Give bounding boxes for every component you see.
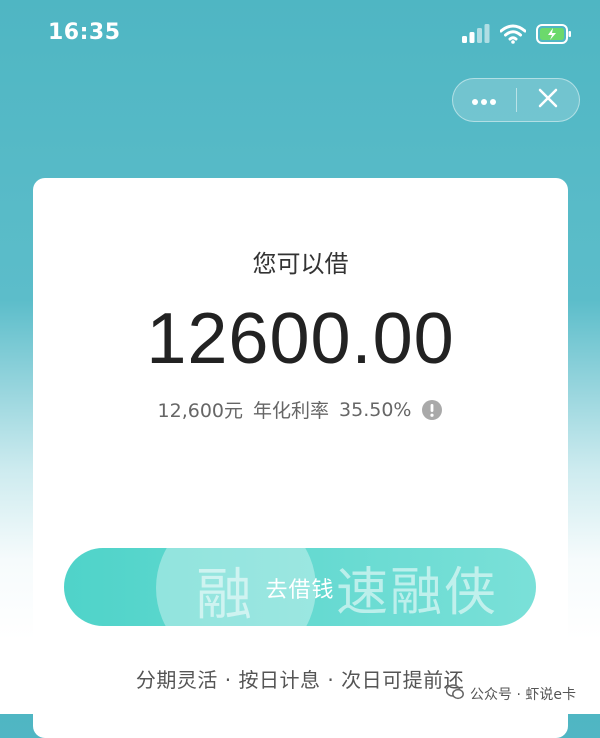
status-time: 16:35 (48, 20, 121, 45)
rate-detail: 12,600元 年化利率 35.50% (33, 396, 568, 423)
close-button[interactable] (517, 79, 580, 121)
rate-label: 年化利率 (253, 400, 330, 422)
more-button[interactable] (453, 79, 516, 121)
source-tag: 公众号 · 虾说e卡 (445, 684, 576, 704)
borrow-limit-amount: 12600.00 (146, 299, 455, 379)
wifi-icon (499, 24, 527, 48)
battery-charging-icon (536, 24, 572, 48)
status-bar: 16:35 (0, 0, 600, 70)
source-text: 公众号 · 虾说e卡 (470, 687, 576, 703)
more-dots-icon (471, 91, 497, 110)
borrow-button[interactable]: 融 速融侠 去借钱 (64, 548, 536, 626)
signal-icon (462, 24, 490, 48)
detail-amount: 12,600元 (157, 400, 243, 422)
borrow-limit-label: 您可以借 (252, 250, 349, 278)
wechat-official-icon (445, 684, 464, 704)
miniprogram-capsule (452, 78, 580, 122)
borrow-button-label: 去借钱 (265, 578, 335, 603)
loan-card: 您可以借 12600.00 12,600元 年化利率 35.50% (33, 178, 568, 738)
status-icons (462, 24, 572, 48)
info-icon[interactable] (421, 399, 443, 421)
rate-value: 35.50% (339, 398, 412, 421)
close-icon (537, 87, 559, 113)
